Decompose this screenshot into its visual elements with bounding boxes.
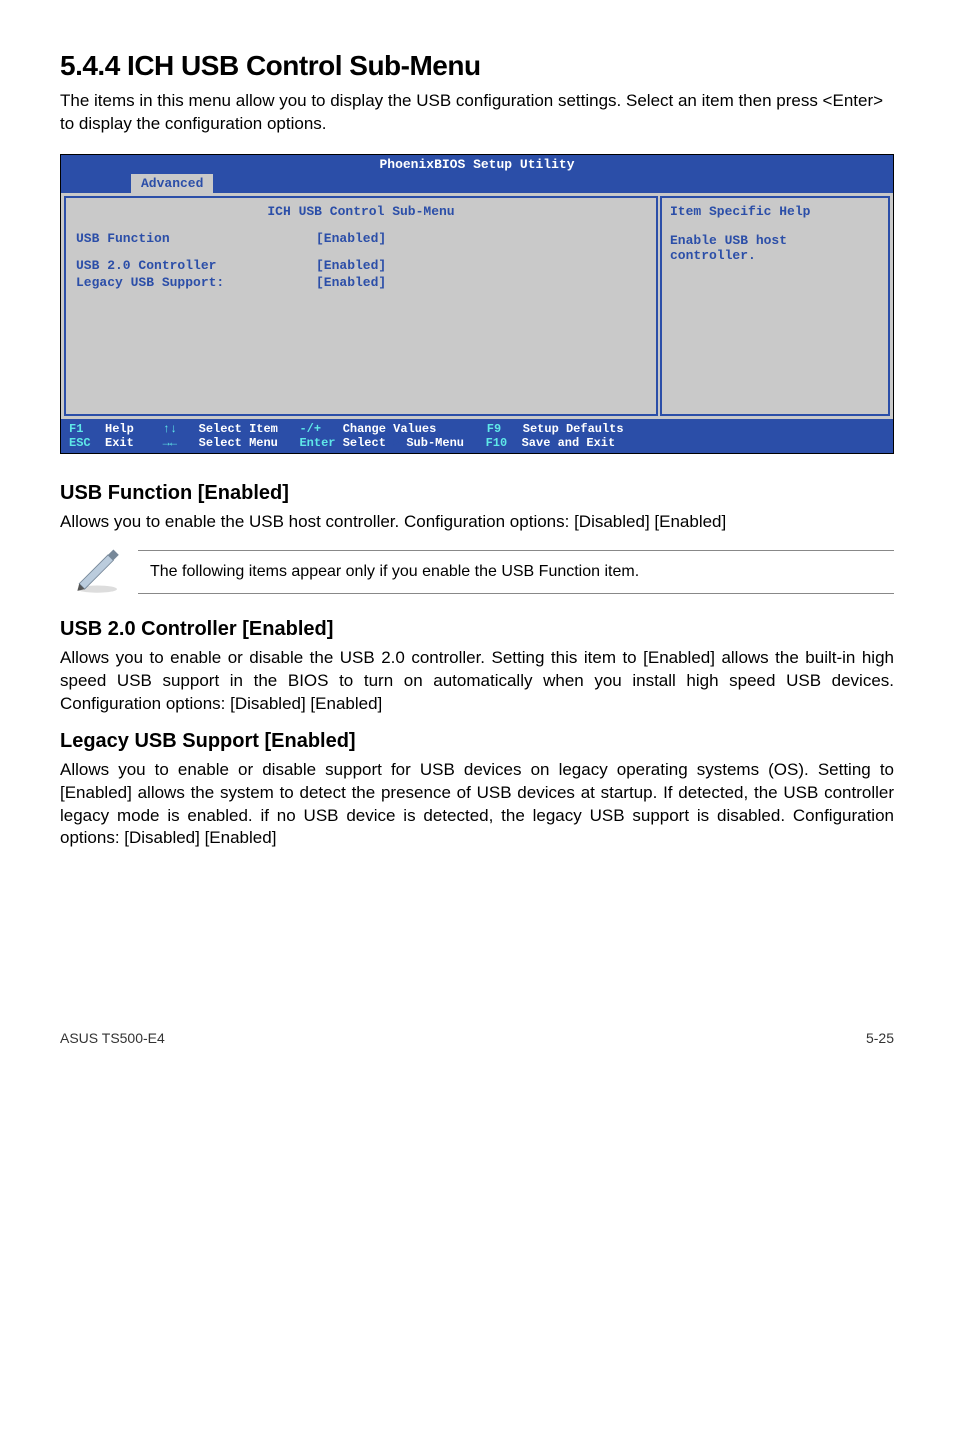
bios-value: [Enabled] bbox=[316, 275, 386, 290]
bios-value: [Enabled] bbox=[316, 258, 386, 273]
footer-keys-1: F1 Help ↑↓ Select Item -/+ Change Values… bbox=[69, 422, 624, 450]
footer-right: 5-25 bbox=[866, 1030, 894, 1046]
bios-screen: PhoenixBIOS Setup Utility Advanced ICH U… bbox=[60, 154, 894, 454]
heading-usb-function: USB Function [Enabled] bbox=[60, 482, 894, 505]
body-usb-function: Allows you to enable the USB host contro… bbox=[60, 511, 894, 534]
bios-footer: F1 Help ↑↓ Select Item -/+ Change Values… bbox=[61, 419, 893, 453]
bios-value: [Enabled] bbox=[316, 231, 386, 246]
bios-tab-row: Advanced bbox=[61, 174, 893, 193]
bios-help-text: Enable USB host controller. bbox=[670, 233, 880, 263]
bios-tab-advanced[interactable]: Advanced bbox=[131, 174, 213, 193]
body-legacy-usb: Allows you to enable or disable support … bbox=[60, 759, 894, 851]
bios-label: USB 2.0 Controller bbox=[76, 258, 316, 273]
bios-label: USB Function bbox=[76, 231, 316, 246]
page-footer: ASUS TS500-E4 5-25 bbox=[60, 1030, 894, 1046]
section-title: 5.4.4 ICH USB Control Sub-Menu bbox=[60, 50, 894, 82]
bios-title-bar: PhoenixBIOS Setup Utility bbox=[61, 155, 893, 174]
bios-row-legacy-usb[interactable]: Legacy USB Support: [Enabled] bbox=[76, 275, 646, 290]
body-usb20: Allows you to enable or disable the USB … bbox=[60, 647, 894, 716]
bios-help-panel: Item Specific Help Enable USB host contr… bbox=[660, 196, 890, 416]
note-text: The following items appear only if you e… bbox=[138, 550, 894, 594]
heading-usb20: USB 2.0 Controller [Enabled] bbox=[60, 618, 894, 641]
footer-left: ASUS TS500-E4 bbox=[60, 1030, 165, 1046]
bios-row-usb20[interactable]: USB 2.0 Controller [Enabled] bbox=[76, 258, 646, 273]
bios-row-usb-function[interactable]: USB Function [Enabled] bbox=[76, 231, 646, 246]
bios-help-title: Item Specific Help bbox=[670, 204, 880, 219]
bios-label: Legacy USB Support: bbox=[76, 275, 316, 290]
section-intro: The items in this menu allow you to disp… bbox=[60, 90, 894, 136]
bios-main-panel: ICH USB Control Sub-Menu USB Function [E… bbox=[64, 196, 658, 416]
note-box: The following items appear only if you e… bbox=[60, 548, 894, 596]
bios-panel-title: ICH USB Control Sub-Menu bbox=[76, 204, 646, 219]
pencil-icon bbox=[72, 548, 132, 596]
heading-legacy-usb: Legacy USB Support [Enabled] bbox=[60, 730, 894, 753]
bios-body: ICH USB Control Sub-Menu USB Function [E… bbox=[61, 193, 893, 419]
